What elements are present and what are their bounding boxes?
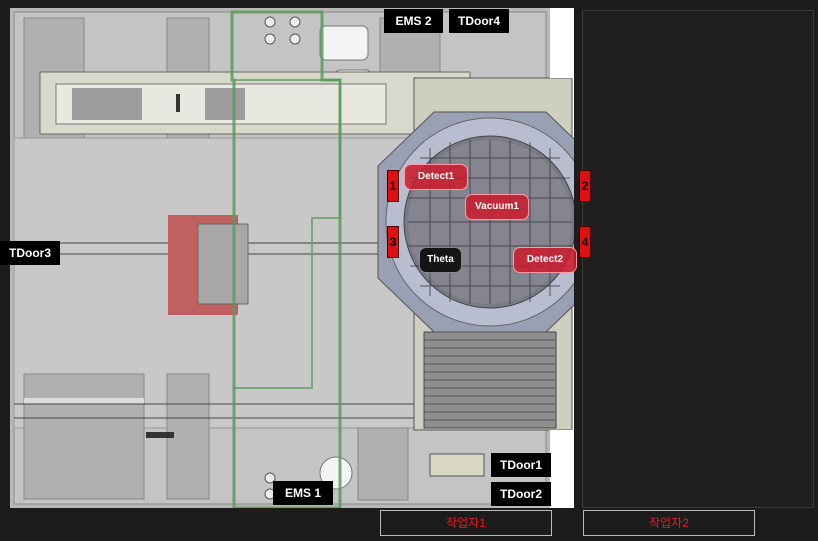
detect2-sensor[interactable]: Detect2 <box>513 247 577 273</box>
right-panel <box>582 10 814 508</box>
port-3-indicator[interactable]: 3 <box>387 226 399 258</box>
ems2-tag[interactable]: EMS 2 <box>384 9 443 33</box>
worker1-button[interactable]: 작업자1 <box>380 510 552 536</box>
tdoor3-tag[interactable]: TDoor3 <box>0 241 60 265</box>
tdoor2-tag[interactable]: TDoor2 <box>491 482 551 506</box>
machine-layout-view <box>10 8 574 508</box>
port-4-indicator[interactable]: 4 <box>579 226 591 258</box>
tdoor4-tag[interactable]: TDoor4 <box>449 9 509 33</box>
port-1-indicator[interactable]: 1 <box>387 170 399 202</box>
vacuum1-sensor[interactable]: Vacuum1 <box>465 194 529 220</box>
theta-sensor[interactable]: Theta <box>419 247 462 273</box>
ems1-tag[interactable]: EMS 1 <box>273 481 333 505</box>
detect1-sensor[interactable]: Detect1 <box>404 164 468 190</box>
tdoor1-tag[interactable]: TDoor1 <box>491 453 551 477</box>
worker2-button[interactable]: 작업자2 <box>583 510 755 536</box>
machine-drawing <box>10 8 574 508</box>
port-2-indicator[interactable]: 2 <box>579 170 591 202</box>
